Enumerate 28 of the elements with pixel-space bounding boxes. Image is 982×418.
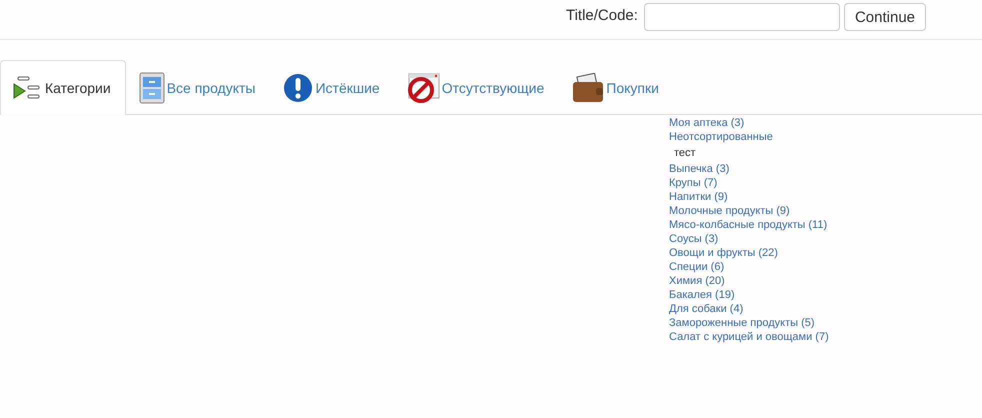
tab[interactable]: Отсутствующие — [394, 60, 560, 114]
tab[interactable]: Покупки — [559, 60, 674, 114]
tab[interactable]: Все продукты — [126, 60, 270, 114]
category-link[interactable]: Овощи и фрукты (22) — [669, 246, 982, 260]
category-link[interactable]: Молочные продукты (9) — [669, 204, 982, 218]
continue-button[interactable]: Continue — [844, 3, 926, 31]
category-link[interactable]: Бакалея (19) — [669, 288, 982, 302]
blocked-window-icon — [408, 72, 440, 102]
category-link[interactable]: Для собаки (4) — [669, 302, 982, 316]
category-link[interactable]: Химия (20) — [669, 274, 982, 288]
title-code-field[interactable] — [644, 3, 840, 31]
subcategory-item[interactable]: тест — [674, 144, 982, 162]
tab[interactable]: Истёкшие — [270, 60, 395, 114]
tab[interactable]: Категории — [0, 60, 126, 115]
wallet-icon — [572, 72, 604, 102]
category-link[interactable]: Специи (6) — [669, 260, 982, 274]
cabinet-icon — [138, 72, 165, 104]
category-link[interactable]: Неотсортированные — [669, 130, 982, 144]
exclamation-icon — [283, 72, 314, 102]
category-link[interactable]: Замороженные продукты (5) — [669, 316, 982, 330]
category-link[interactable]: Соусы (3) — [669, 232, 982, 246]
category-link[interactable]: Мясо-колбасные продукты (11) — [669, 218, 982, 232]
title-code-label: Title/Code: — [566, 7, 638, 24]
category-link[interactable]: Напитки (9) — [669, 190, 982, 204]
category-link[interactable]: Выпечка (3) — [669, 162, 982, 176]
category-link[interactable]: Моя аптека (3) — [669, 116, 982, 130]
category-link[interactable]: Салат с курицей и овощами (7) — [669, 330, 982, 344]
category-link[interactable]: Крупы (7) — [669, 176, 982, 190]
